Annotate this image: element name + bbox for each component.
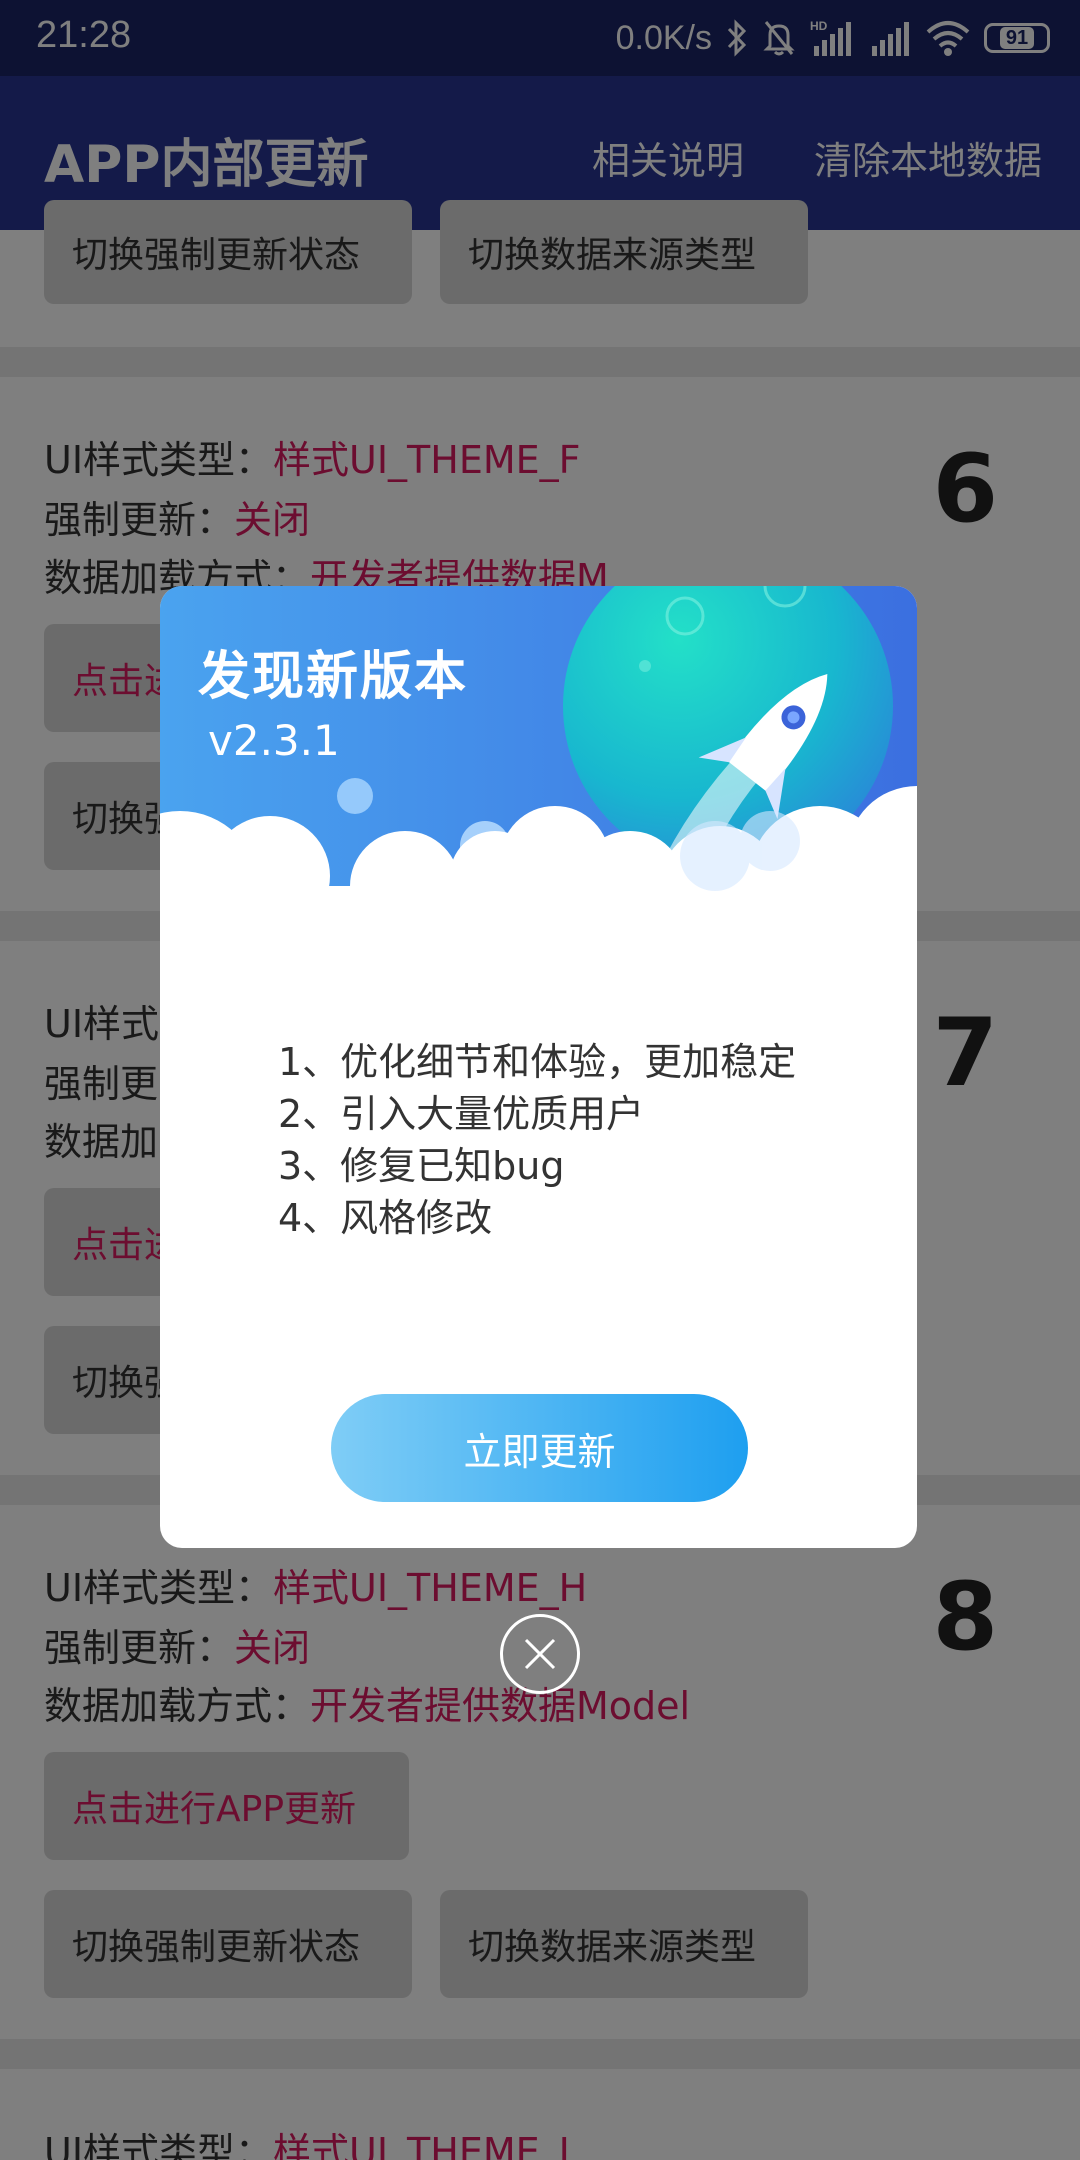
update-note-item: 3、修复已知bug [278, 1144, 565, 1188]
close-icon [524, 1638, 556, 1670]
close-dialog-button[interactable] [500, 1614, 580, 1694]
dialog-version: v2.3.1 [208, 716, 340, 765]
update-dialog: 发现新版本 v2.3.1 1、优化细节和体验，更加稳定 2、引入大量优质用户 3… [160, 586, 917, 1548]
update-note-item: 4、风格修改 [278, 1196, 493, 1240]
update-note-item: 2、引入大量优质用户 [278, 1092, 645, 1136]
update-notes: 1、优化细节和体验，更加稳定 2、引入大量优质用户 3、修复已知bug 4、风格… [278, 1036, 796, 1244]
update-now-button[interactable]: 立即更新 [331, 1394, 748, 1502]
dialog-title: 发现新版本 [198, 647, 469, 707]
update-note-item: 1、优化细节和体验，更加稳定 [278, 1040, 797, 1084]
